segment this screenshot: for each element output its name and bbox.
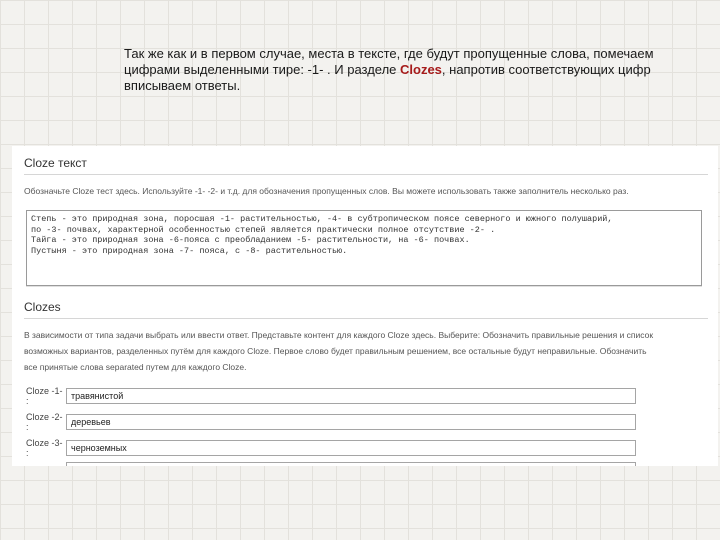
cloze-text-line: Пустыня - это природная зона -7- пояса, … [31,245,348,256]
slide-instruction-text: Так же как и в первом случае, места в те… [124,46,684,94]
section-divider [24,174,708,175]
cloze-text-line: Тайга - это природная зона -6-пояса с пр… [31,235,470,245]
cloze-2-label: Cloze -2- : [26,412,63,432]
clozes-highlight: Clozes [400,62,442,77]
cloze-1-label: Cloze -1- : [26,386,63,406]
cloze-text-hint: Обозначьте Cloze тест здесь. Используйте… [24,186,629,196]
clozes-hint-line: все принятые слова separated путем для к… [24,362,247,372]
moodle-form-screenshot: Cloze текст Обозначьте Cloze тест здесь.… [12,146,718,466]
clozes-title: Clozes [24,300,61,314]
clozes-hint-line: возможных вариантов, разделенных путём д… [24,346,647,356]
cloze-3-label: Cloze -3- : [26,438,63,458]
cloze-row-4 [26,462,636,466]
cloze-text-line: по -3- почвах, характерной особенностью … [31,224,496,235]
cloze-row-1: Cloze -1- : травянистой [26,386,636,406]
cloze-row-2: Cloze -2- : деревьев [26,412,636,432]
cloze-text-textarea[interactable]: Степь - это природная зона, поросшая -1-… [26,210,702,286]
cloze-3-input[interactable]: черноземных [66,440,636,456]
clozes-hint-line: В зависимости от типа задачи выбрать или… [24,330,654,340]
clozes-section: Clozes В зависимости от типа задачи выбр… [24,300,708,375]
textarea-scrollbar[interactable] [26,286,702,291]
cloze-4-input[interactable] [66,462,636,466]
cloze-2-input[interactable]: деревьев [66,414,636,430]
cloze-row-3: Cloze -3- : черноземных [26,438,636,458]
cloze-text-line: Степь - это природная зона, поросшая -1-… [31,214,613,224]
cloze-text-section: Cloze текст Обозначьте Cloze тест здесь.… [24,156,708,199]
cloze-text-title: Cloze текст [24,156,87,170]
cloze-1-input[interactable]: травянистой [66,388,636,404]
section-divider [24,318,708,319]
